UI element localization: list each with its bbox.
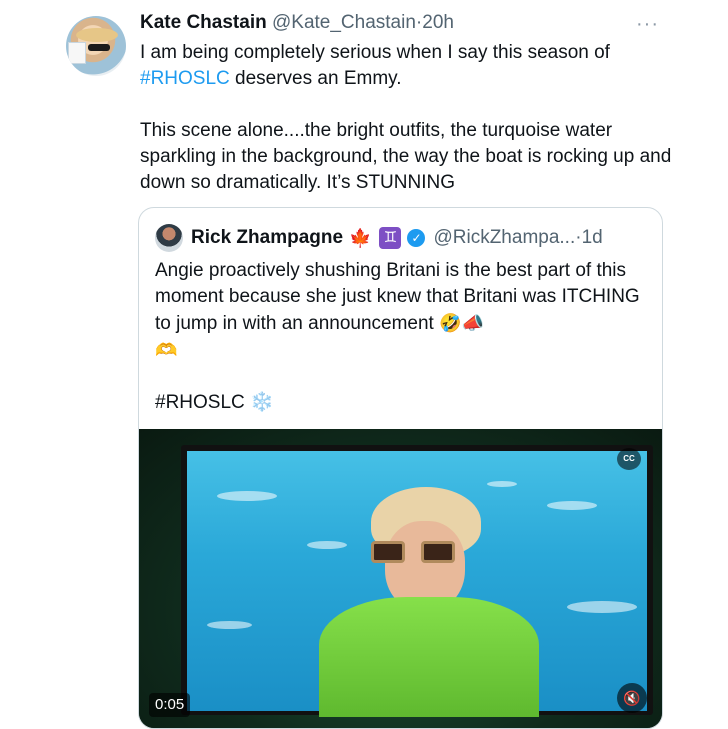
tweet-text-line2: deserves an Emmy. bbox=[229, 68, 402, 89]
author-line: Kate Chastain @Kate_Chastain·20h bbox=[140, 11, 454, 35]
video-player[interactable]: CC 0:05 🔇 bbox=[139, 429, 662, 728]
heart-hands-emoji: 🫶 bbox=[155, 340, 178, 360]
quote-header: Rick Zhampagne 🍁 ♊ ✓ @RickZhampa... · 1d bbox=[155, 224, 603, 252]
tweet-text: I am being completely serious when I say… bbox=[140, 40, 680, 196]
avatar-sign bbox=[68, 42, 86, 64]
tweet[interactable]: Kate Chastain @Kate_Chastain·20h ··· I a… bbox=[0, 0, 728, 729]
avatar-hat bbox=[76, 28, 118, 42]
quote-time[interactable]: 1d bbox=[582, 227, 603, 249]
quote-hashtag[interactable]: #RHOSLC bbox=[155, 392, 245, 413]
verified-badge-icon: ✓ bbox=[407, 229, 426, 247]
avatar-sunglasses bbox=[88, 44, 110, 51]
quote-author-avatar[interactable] bbox=[155, 224, 183, 252]
more-horizontal-icon[interactable]: ··· bbox=[636, 14, 660, 34]
sunglasses-left bbox=[371, 541, 405, 563]
quote-text: Angie proactively shushing Britani is th… bbox=[155, 258, 645, 416]
tweet-time[interactable]: 20h bbox=[422, 12, 454, 33]
author-avatar[interactable] bbox=[66, 16, 126, 76]
laugh-megaphone-emoji: 🤣📣 bbox=[439, 313, 484, 333]
snowflake-icon: ❄️ bbox=[250, 392, 274, 413]
gemini-icon: ♊ bbox=[379, 227, 402, 249]
person-shirt bbox=[319, 597, 539, 717]
maple-leaf-icon: 🍁 bbox=[349, 227, 372, 248]
hashtag-link[interactable]: #RHOSLC bbox=[140, 68, 230, 89]
volume-muted-icon[interactable]: 🔇 bbox=[617, 683, 647, 713]
tweet-paragraph-2: This scene alone....the bright outfits, … bbox=[140, 120, 672, 193]
closed-captions-button[interactable]: CC bbox=[617, 448, 641, 470]
video-duration: 0:05 bbox=[149, 693, 191, 717]
quote-author-handle[interactable]: @RickZhampa... bbox=[433, 227, 575, 249]
tweet-text-line1: I am being completely serious when I say… bbox=[140, 42, 610, 63]
sunglasses-right bbox=[421, 541, 455, 563]
quote-author-name[interactable]: Rick Zhampagne bbox=[191, 227, 343, 249]
author-name[interactable]: Kate Chastain bbox=[140, 12, 267, 33]
quote-body: Angie proactively shushing Britani is th… bbox=[155, 260, 640, 334]
quote-tweet-card[interactable]: Rick Zhampagne 🍁 ♊ ✓ @RickZhampa... · 1d A… bbox=[138, 207, 663, 729]
author-handle[interactable]: @Kate_Chastain bbox=[272, 12, 416, 33]
